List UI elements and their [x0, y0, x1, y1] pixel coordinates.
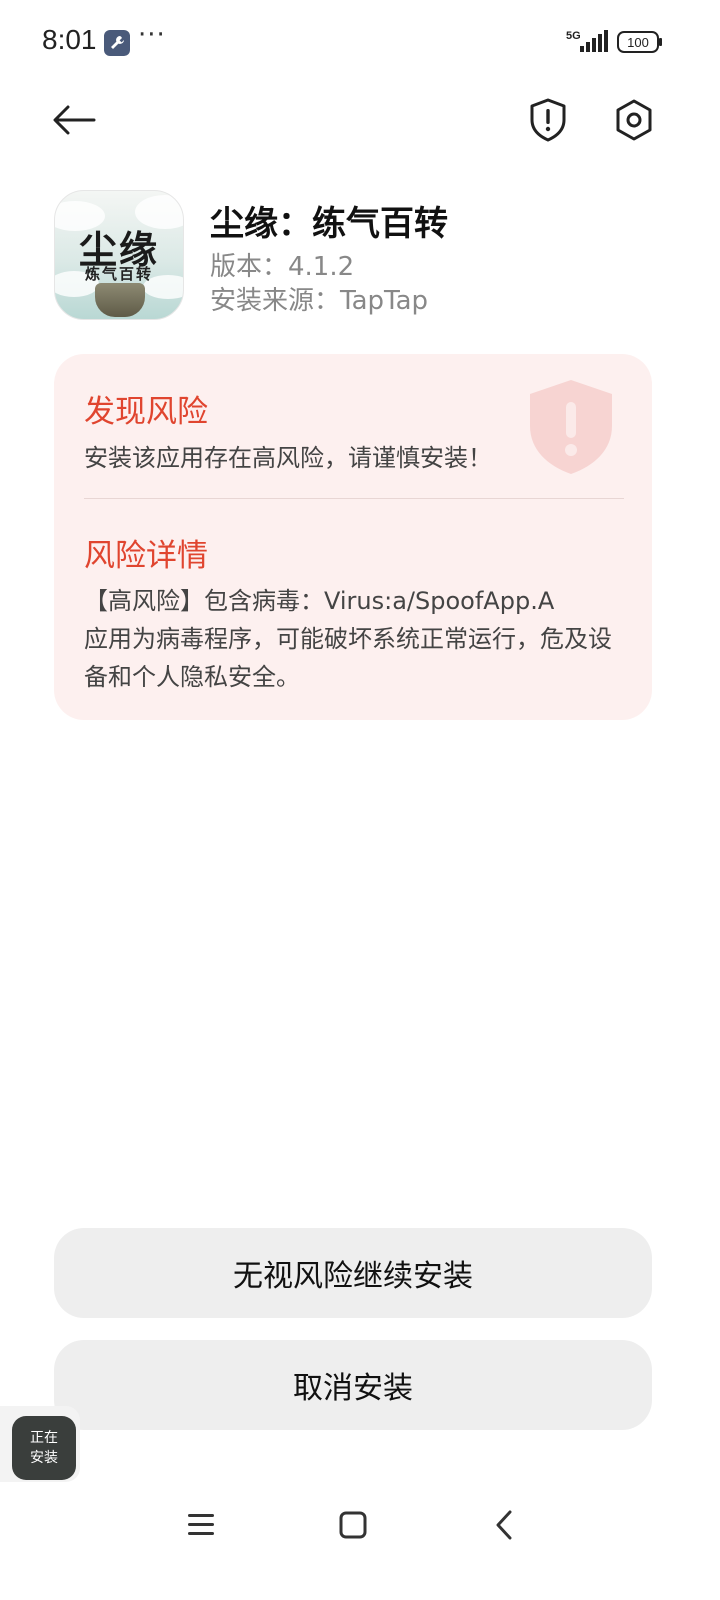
- settings-icon: [616, 99, 652, 141]
- back-button[interactable]: [46, 92, 102, 148]
- back-icon[interactable]: [492, 1508, 516, 1542]
- warning-shield-icon: [530, 380, 612, 474]
- installing-floating-bubble[interactable]: 正在 安装: [0, 1406, 80, 1482]
- battery-level: 100: [627, 35, 649, 50]
- status-bar: 8:01 ··· 5G 100: [0, 0, 720, 84]
- app-version: 版本：4.1.2: [210, 252, 355, 282]
- status-time: 8:01: [42, 24, 97, 55]
- home-icon[interactable]: [338, 1508, 368, 1542]
- risk-detail-line2: 应用为病毒程序，可能破坏系统正常运行，危及设备和个人隐私安全。: [84, 625, 612, 691]
- risk-detail-text: 【高风险】包含病毒：Virus:a/SpoofApp.A 应用为病毒程序，可能破…: [84, 582, 632, 696]
- battery-icon: 100: [617, 31, 662, 53]
- app-icon: 尘缘 炼气百转: [54, 190, 184, 320]
- app-source: 安装来源：TapTap: [210, 286, 429, 316]
- risk-title: 发现风险: [84, 394, 208, 430]
- app-icon-subtitle: 炼气百转: [84, 265, 153, 283]
- risk-detail-title: 风险详情: [84, 538, 208, 574]
- menu-icon[interactable]: [186, 1508, 216, 1542]
- continue-install-button[interactable]: 无视风险继续安装: [54, 1228, 652, 1318]
- back-arrow-icon: [53, 105, 96, 135]
- risk-card: 发现风险 安装该应用存在高风险，请谨慎安装！ 风险详情 【高风险】包含病毒：Vi…: [54, 354, 652, 720]
- risk-description: 安装该应用存在高风险，请谨慎安装！: [84, 444, 492, 472]
- shield-alert-icon: [530, 98, 566, 142]
- installing-line2: 安装: [30, 1450, 58, 1466]
- security-shield-button[interactable]: [520, 90, 576, 150]
- signal-5g-icon: 5G: [566, 30, 608, 52]
- cancel-install-button[interactable]: 取消安装: [54, 1340, 652, 1430]
- risk-detail-line1: 【高风险】包含病毒：Virus:a/SpoofApp.A: [84, 587, 555, 615]
- app-name: 尘缘：练气百转: [210, 204, 448, 244]
- wrench-icon: [104, 30, 130, 56]
- more-notifications-icon: ···: [138, 20, 166, 50]
- network-label: 5G: [566, 30, 581, 42]
- settings-button[interactable]: [606, 90, 662, 150]
- installing-indicator[interactable]: 正在 安装: [12, 1416, 76, 1480]
- installing-line1: 正在: [30, 1430, 58, 1446]
- navigation-bar: [0, 1490, 720, 1600]
- divider: [84, 498, 624, 499]
- incense-burner-image: [95, 283, 145, 317]
